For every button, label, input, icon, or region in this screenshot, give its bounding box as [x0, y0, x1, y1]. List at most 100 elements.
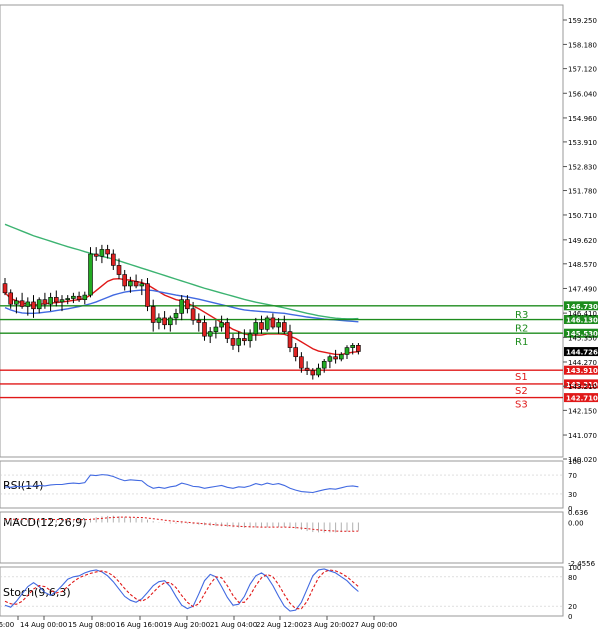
candle-up	[88, 253, 93, 296]
candle-up	[14, 300, 19, 305]
price-tick-label: 159.250	[568, 17, 597, 25]
candle-up	[173, 313, 179, 319]
candle-down	[133, 281, 139, 287]
candle-down	[93, 253, 99, 257]
chart-window: RSI(14) MACD(12,26,9) Stoch(9,6,3) 146.7…	[0, 0, 600, 632]
time-tick-label: 21 Aug 04:00	[210, 621, 257, 629]
candle-down	[356, 345, 361, 352]
candle-up	[316, 367, 321, 376]
candle-up	[139, 283, 145, 287]
candle-down	[270, 317, 276, 328]
price-tick-label: 141.070	[568, 432, 597, 440]
candle-up	[276, 322, 281, 328]
candle-down	[190, 308, 196, 321]
price-tick-label: 145.350	[568, 334, 597, 342]
candle-down	[116, 265, 122, 275]
candle-up	[179, 299, 184, 314]
candle-down	[8, 292, 13, 305]
macd-tick-label: 0.636	[568, 509, 589, 517]
candle-down	[333, 356, 338, 360]
trading-chart: RSI(14) MACD(12,26,9) Stoch(9,6,3) 146.7…	[0, 4, 598, 629]
time-tick-label: 19 Aug 20:00	[163, 621, 210, 629]
level-price-tag-s1: 143.910	[566, 367, 598, 375]
level-label-s1: S1	[515, 372, 528, 383]
price-tick-label: 142.150	[568, 407, 597, 415]
candle-down	[145, 283, 150, 307]
macd-tick-label: 0.00	[568, 519, 584, 527]
candle-up	[344, 347, 350, 355]
candle-down	[310, 370, 316, 376]
rsi-tick-label: 100	[568, 458, 581, 466]
time-tick-label: 15 Aug 08:00	[68, 621, 115, 629]
rsi-tick-label: 70	[568, 472, 577, 480]
time-tick-label: 16 Aug 16:00	[116, 621, 163, 629]
time-tick-label: 22 Aug 12:00	[256, 621, 303, 629]
candle-down	[2, 283, 8, 294]
candle-down	[19, 300, 25, 307]
time-tick-label: 27 Aug 00:00	[350, 621, 397, 629]
candle-down	[196, 319, 202, 323]
candle-up	[36, 299, 42, 310]
time-tick-label: 14 Aug 00:00	[20, 621, 67, 629]
price-tick-label: 151.780	[568, 188, 597, 196]
price-tick-label: 157.120	[568, 66, 597, 74]
candle-down	[259, 322, 264, 330]
candle-up	[59, 299, 65, 303]
price-panel-frame	[0, 4, 564, 458]
candle-up	[321, 360, 327, 369]
current-price-tag: 144.726	[566, 349, 598, 357]
price-tick-label: 143.210	[568, 383, 597, 391]
candle-down	[122, 274, 127, 287]
candle-up	[236, 338, 241, 346]
candle-down	[162, 317, 167, 326]
candle-up	[48, 297, 53, 305]
candle-down	[202, 322, 207, 337]
price-tick-label: 146.410	[568, 310, 597, 318]
candle-up	[207, 331, 213, 337]
price-tick-label: 158.180	[568, 41, 597, 49]
candle-up	[350, 345, 356, 348]
candle-up	[247, 333, 253, 342]
candle-down	[242, 338, 247, 342]
candle-up	[25, 301, 31, 307]
rsi-line	[4, 474, 359, 494]
price-tick-label: 147.490	[568, 285, 597, 293]
candle-up	[128, 281, 133, 287]
candle-down	[225, 322, 230, 339]
stoch-tick-label: 80	[568, 574, 577, 582]
candle-down	[299, 356, 304, 369]
price-tick-label: 153.910	[568, 139, 597, 147]
price-tick-label: 150.710	[568, 212, 597, 220]
candle-down	[281, 322, 287, 332]
candle-down	[53, 297, 59, 303]
price-tick-label: 154.960	[568, 115, 597, 123]
candle-down	[42, 299, 48, 305]
candle-up	[213, 326, 219, 332]
level-label-r1: R1	[515, 337, 528, 348]
candle-down	[304, 367, 310, 371]
price-tick-label: 144.270	[568, 359, 597, 367]
stoch-panel-frame	[0, 566, 564, 617]
level-label-s2: S2	[515, 386, 528, 397]
candle-up	[65, 298, 70, 300]
stoch-tick-label: 20	[568, 603, 577, 611]
candle-down	[287, 331, 293, 348]
price-tick-label: 148.570	[568, 261, 597, 269]
price-tick-label: 156.040	[568, 90, 597, 98]
stoch-tick-label: 0	[568, 613, 572, 621]
candle-up	[253, 322, 259, 335]
stoch-k-line	[4, 568, 359, 612]
time-tick-label: 23 Aug 20:00	[303, 621, 350, 629]
candle-down	[105, 249, 110, 255]
rsi-tick-label: 30	[568, 491, 577, 499]
candle-up	[82, 294, 88, 300]
candle-down	[31, 301, 36, 310]
candle-up	[327, 356, 333, 362]
candle-up	[156, 317, 162, 323]
candle-down	[293, 347, 299, 358]
time-tick-label: 16:00	[0, 621, 14, 629]
candle-up	[219, 322, 224, 328]
level-price-tag-s3: 142.710	[566, 395, 598, 403]
candle-down	[230, 338, 236, 346]
price-tick-label: 152.830	[568, 164, 597, 172]
